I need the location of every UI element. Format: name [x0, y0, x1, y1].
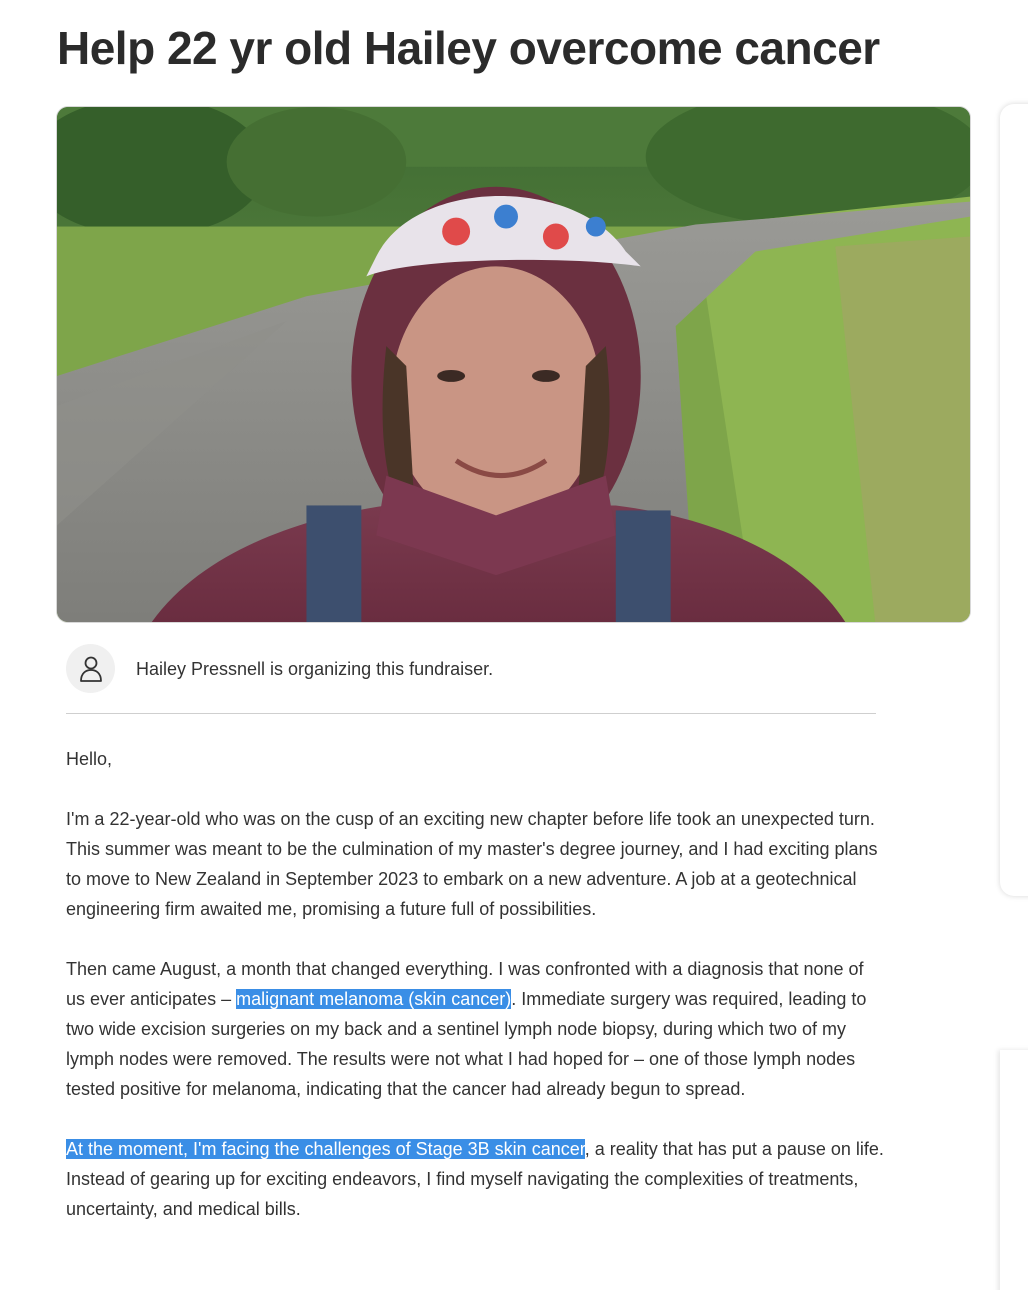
story-paragraph-3: At the moment, I'm facing the challenges…: [66, 1134, 886, 1224]
story-body: Hello, I'm a 22-year-old who was on the …: [66, 744, 886, 1254]
story-paragraph-2: Then came August, a month that changed e…: [66, 954, 886, 1104]
fundraiser-photo-image: [57, 107, 970, 622]
fundraiser-photo: [56, 106, 971, 623]
story-paragraph-1: I'm a 22-year-old who was on the cusp of…: [66, 809, 878, 919]
avatar: [66, 644, 115, 693]
sidebar-panel: [1000, 1050, 1028, 1290]
page-title: Help 22 yr old Hailey overcome cancer: [57, 22, 880, 74]
selected-text[interactable]: malignant melanoma (skin cancer): [236, 989, 512, 1009]
donation-sidebar-card: [1000, 104, 1028, 896]
story-greeting: Hello,: [66, 749, 113, 769]
organizer-text: Hailey Pressnell is organizing this fund…: [136, 659, 494, 679]
selected-text[interactable]: At the moment, I'm facing the challenges…: [66, 1139, 585, 1159]
organizer-row: Hailey Pressnell is organizing this fund…: [66, 644, 876, 714]
person-icon: [79, 656, 102, 682]
